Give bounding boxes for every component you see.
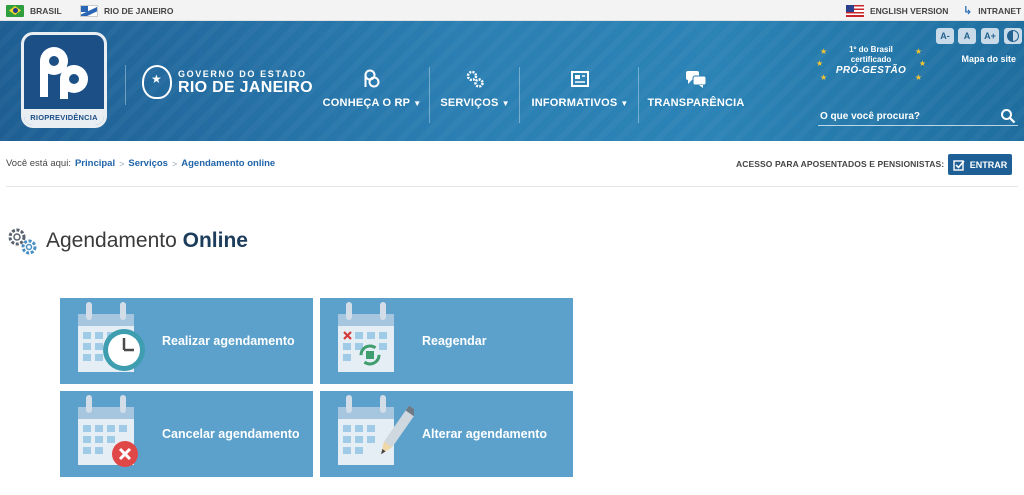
rp-logo-icon (362, 67, 382, 91)
card-realizar-agendamento[interactable]: Realizar agendamento (60, 298, 313, 384)
nav-separator (429, 67, 430, 123)
horizontal-divider (6, 186, 1018, 187)
brazil-flag-icon (6, 4, 24, 17)
brasil-label: BRASIL (30, 5, 62, 16)
search-bar (818, 106, 1018, 126)
top-utility-bar: BRASIL RIO DE JANEIRO ENGLISH VERSION ↳ … (0, 0, 1024, 21)
rio-label: RIO DE JANEIRO (104, 5, 174, 16)
card-label: Cancelar agendamento (162, 427, 300, 441)
site-map-link[interactable]: Mapa do site (961, 54, 1016, 64)
enter-arrow-icon: ↳ (963, 5, 973, 17)
calendar-clock-icon (78, 302, 145, 372)
card-label: Alterar agendamento (422, 427, 548, 441)
star-icon: ★ (918, 59, 926, 68)
chat-bubbles-icon (685, 67, 707, 91)
contrast-toggle-icon[interactable] (1004, 28, 1022, 44)
nav-conheca[interactable]: CONHEÇA O RP ▼ (322, 67, 422, 125)
star-icon: ★ (816, 59, 824, 68)
font-decrease-button[interactable]: A- (936, 28, 954, 44)
rio-link[interactable]: RIO DE JANEIRO (80, 0, 173, 21)
calendar-cancel-icon (78, 395, 138, 467)
card-reagendar[interactable]: Reagendar (320, 298, 573, 384)
page-title: Agendamento Online (4, 224, 248, 258)
breadcrumb: Você está aqui: Principal > Serviços > A… (6, 158, 275, 169)
nav-transparencia[interactable]: TRANSPARÊNCIA (647, 67, 745, 125)
search-icon[interactable] (1000, 108, 1016, 129)
rio-flag-icon (80, 4, 98, 17)
access-label: ACESSO PARA APOSENTADOS E PENSIONISTAS: (736, 159, 945, 169)
title-bold: Online (182, 229, 248, 252)
rp-monogram-icon (40, 47, 88, 99)
intranet-link[interactable]: ↳ INTRANET (963, 0, 1021, 21)
rioprevidencia-logo[interactable]: RIOPREVIDÊNCIA (24, 35, 104, 125)
card-alterar-agendamento[interactable]: Alterar agendamento (320, 391, 573, 477)
font-normal-button[interactable]: A (958, 28, 976, 44)
nav-separator (519, 67, 520, 123)
nav-informativos[interactable]: INFORMATIVOS ▼ (531, 67, 629, 125)
gears-icon (465, 67, 485, 91)
pro-gestao-seal: ★ ★ ★ ★ ★ ★ 1º do Brasil certificado PRÓ… (816, 45, 926, 83)
cert-line3: PRÓ-GESTÃO (835, 65, 907, 76)
governo-rj-logo[interactable]: GOVERNO DO ESTADO RIO DE JANEIRO (142, 65, 313, 99)
card-cancelar-agendamento[interactable]: Cancelar agendamento (60, 391, 313, 477)
nav-informativos-label: INFORMATIVOS (531, 97, 618, 109)
site-header: RIOPREVIDÊNCIA GOVERNO DO ESTADO RIO DE … (0, 21, 1024, 141)
nav-servicos[interactable]: SERVIÇOS ▼ (440, 67, 510, 125)
gov-line1: GOVERNO DO ESTADO (178, 68, 307, 79)
cert-line1: 1º do Brasil (849, 45, 893, 54)
newspaper-icon (570, 67, 590, 91)
star-icon: ★ (914, 73, 922, 82)
card-label: Realizar agendamento (162, 334, 295, 348)
calendar-edit-icon (338, 395, 414, 465)
card-label: Reagendar (422, 334, 487, 348)
cert-line2: certificado (850, 55, 892, 64)
english-version-link[interactable]: ENGLISH VERSION (846, 0, 948, 21)
login-check-icon (953, 159, 965, 171)
chevron-down-icon: ▼ (620, 99, 629, 108)
breadcrumb-separator: > (171, 158, 178, 169)
state-emblem-icon (142, 65, 172, 99)
nav-conheca-label: CONHEÇA O RP (322, 97, 411, 109)
search-input[interactable] (818, 107, 998, 126)
us-flag-icon (846, 4, 864, 17)
entrar-button[interactable]: ENTRAR (948, 154, 1012, 175)
nav-separator (638, 67, 639, 123)
chevron-down-icon: ▼ (501, 99, 510, 108)
calendar-refresh-icon (338, 302, 394, 372)
brasil-link[interactable]: BRASIL (6, 0, 62, 21)
breadcrumb-servicos[interactable]: Serviços (128, 158, 168, 169)
breadcrumb-separator: > (119, 158, 125, 169)
gov-line2: RIO DE JANEIRO (178, 78, 313, 96)
title-regular: Agendamento (46, 229, 177, 252)
breadcrumb-principal[interactable]: Principal (75, 158, 115, 169)
breadcrumb-prefix: Você está aqui: (6, 158, 71, 169)
logo-caption: RIOPREVIDÊNCIA (24, 109, 104, 125)
header-divider (125, 65, 126, 105)
gears-icon (8, 228, 37, 255)
entrar-label: ENTRAR (969, 159, 1008, 170)
chevron-down-icon: ▼ (413, 99, 422, 108)
nav-transparencia-label: TRANSPARÊNCIA (647, 97, 745, 109)
intranet-label: INTRANET (978, 5, 1022, 16)
nav-servicos-label: SERVIÇOS (440, 97, 499, 109)
font-increase-button[interactable]: A+ (981, 28, 999, 44)
star-icon: ★ (820, 47, 828, 56)
star-icon: ★ (914, 47, 922, 56)
star-icon: ★ (820, 73, 828, 82)
breadcrumb-agendamento[interactable]: Agendamento online (181, 158, 275, 169)
english-label: ENGLISH VERSION (870, 5, 949, 16)
